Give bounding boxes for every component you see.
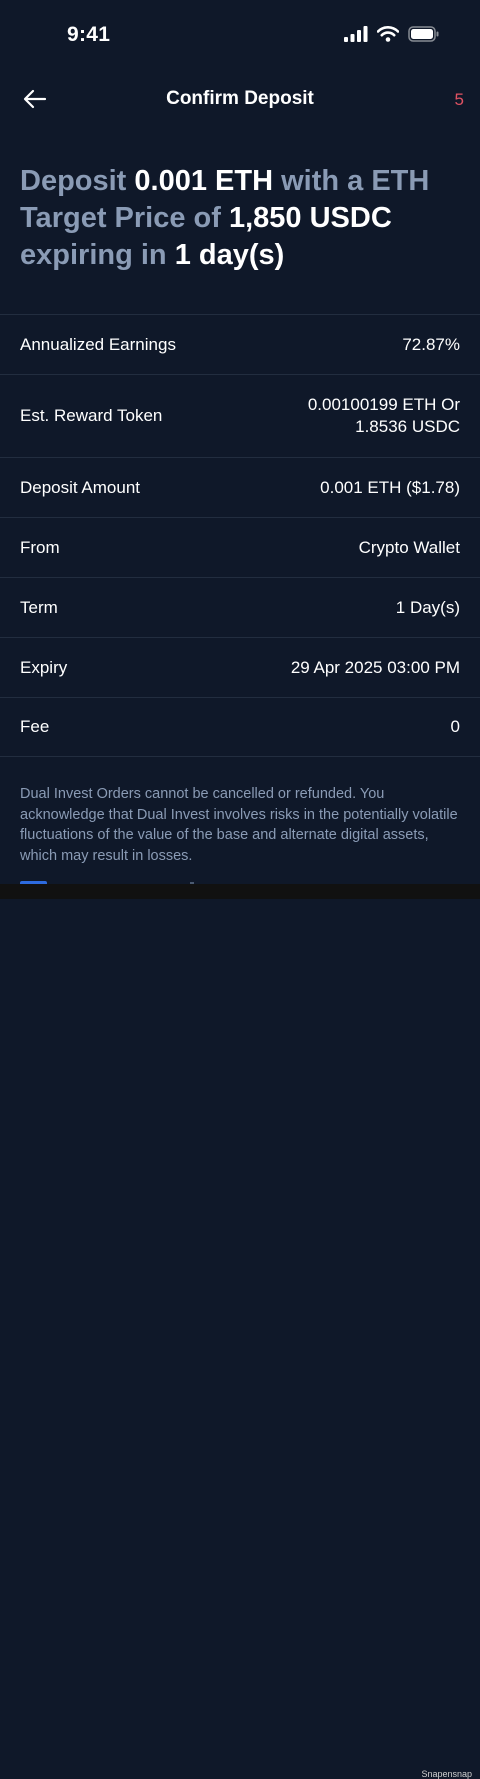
detail-label: Annualized Earnings — [20, 334, 176, 354]
detail-label: Deposit Amount — [20, 477, 141, 497]
detail-label: Expiry — [20, 657, 68, 677]
detail-label: From — [20, 537, 60, 557]
status-icons — [344, 26, 440, 42]
status-bar: 9:41 — [0, 0, 480, 70]
battery-icon — [408, 26, 439, 42]
summary-price: 1,850 — [228, 202, 302, 234]
detail-value: 72.87% — [402, 334, 460, 354]
detail-label: Term — [20, 597, 58, 617]
header-count: 5 — [454, 90, 464, 109]
summary-currency: USDC — [309, 202, 392, 234]
detail-row-expiry: Expiry 29 Apr 2025 03:00 PM — [0, 637, 480, 697]
summary-duration: 1 day(s) — [174, 239, 285, 271]
detail-value: 1 Day(s) — [395, 597, 460, 617]
summary-prefix: Deposit — [20, 165, 127, 197]
navigation-bar: Confirm Deposit 5 — [0, 70, 480, 130]
detail-value: 0.00100199 ETH Or 1.8536 USDC — [308, 394, 460, 438]
detail-row-fee: Fee 0 — [0, 697, 480, 757]
risk-disclaimer: Dual Invest Orders cannot be cancelled o… — [20, 786, 458, 864]
detail-value: 29 Apr 2025 03:00 PM — [290, 657, 460, 677]
summary-text: with a — [281, 165, 364, 197]
status-time: 9:41 — [67, 23, 111, 46]
detail-row-annualized-earnings: Annualized Earnings 72.87% — [0, 314, 480, 374]
detail-row-from: From Crypto Wallet — [0, 517, 480, 577]
detail-value: 0.001 ETH ($1.78) — [320, 477, 460, 497]
summary-text: expiring in — [20, 239, 167, 271]
details-list: Annualized Earnings 72.87% Est. Reward T… — [0, 314, 480, 757]
detail-row-deposit-amount: Deposit Amount 0.001 ETH ($1.78) — [0, 457, 480, 517]
bottom-bar: Snapensnap — [0, 884, 480, 1779]
page-title: Confirm Deposit — [166, 88, 314, 109]
detail-row-est-reward-token: Est. Reward Token 0.00100199 ETH Or 1.85… — [0, 374, 480, 457]
detail-label: Fee — [20, 717, 50, 736]
detail-label: Est. Reward Token — [20, 406, 163, 425]
summary-text: Target Price of — [20, 202, 221, 234]
cellular-signal-icon — [344, 26, 368, 42]
reward-usdc: 1.8536 USDC — [355, 417, 460, 436]
deposit-summary: Deposit 0.001 ETH with a ETH Target Pric… — [20, 163, 440, 274]
detail-row-term: Term 1 Day(s) — [0, 577, 480, 637]
detail-value: 0 — [450, 717, 460, 736]
wifi-icon — [377, 26, 399, 42]
watermark: Snapensnap — [421, 1769, 472, 1779]
reward-eth: 0.00100199 ETH Or — [307, 395, 460, 414]
summary-asset: ETH — [371, 165, 430, 197]
detail-value: Crypto Wallet — [358, 537, 460, 557]
summary-amount: 0.001 ETH — [134, 165, 274, 197]
